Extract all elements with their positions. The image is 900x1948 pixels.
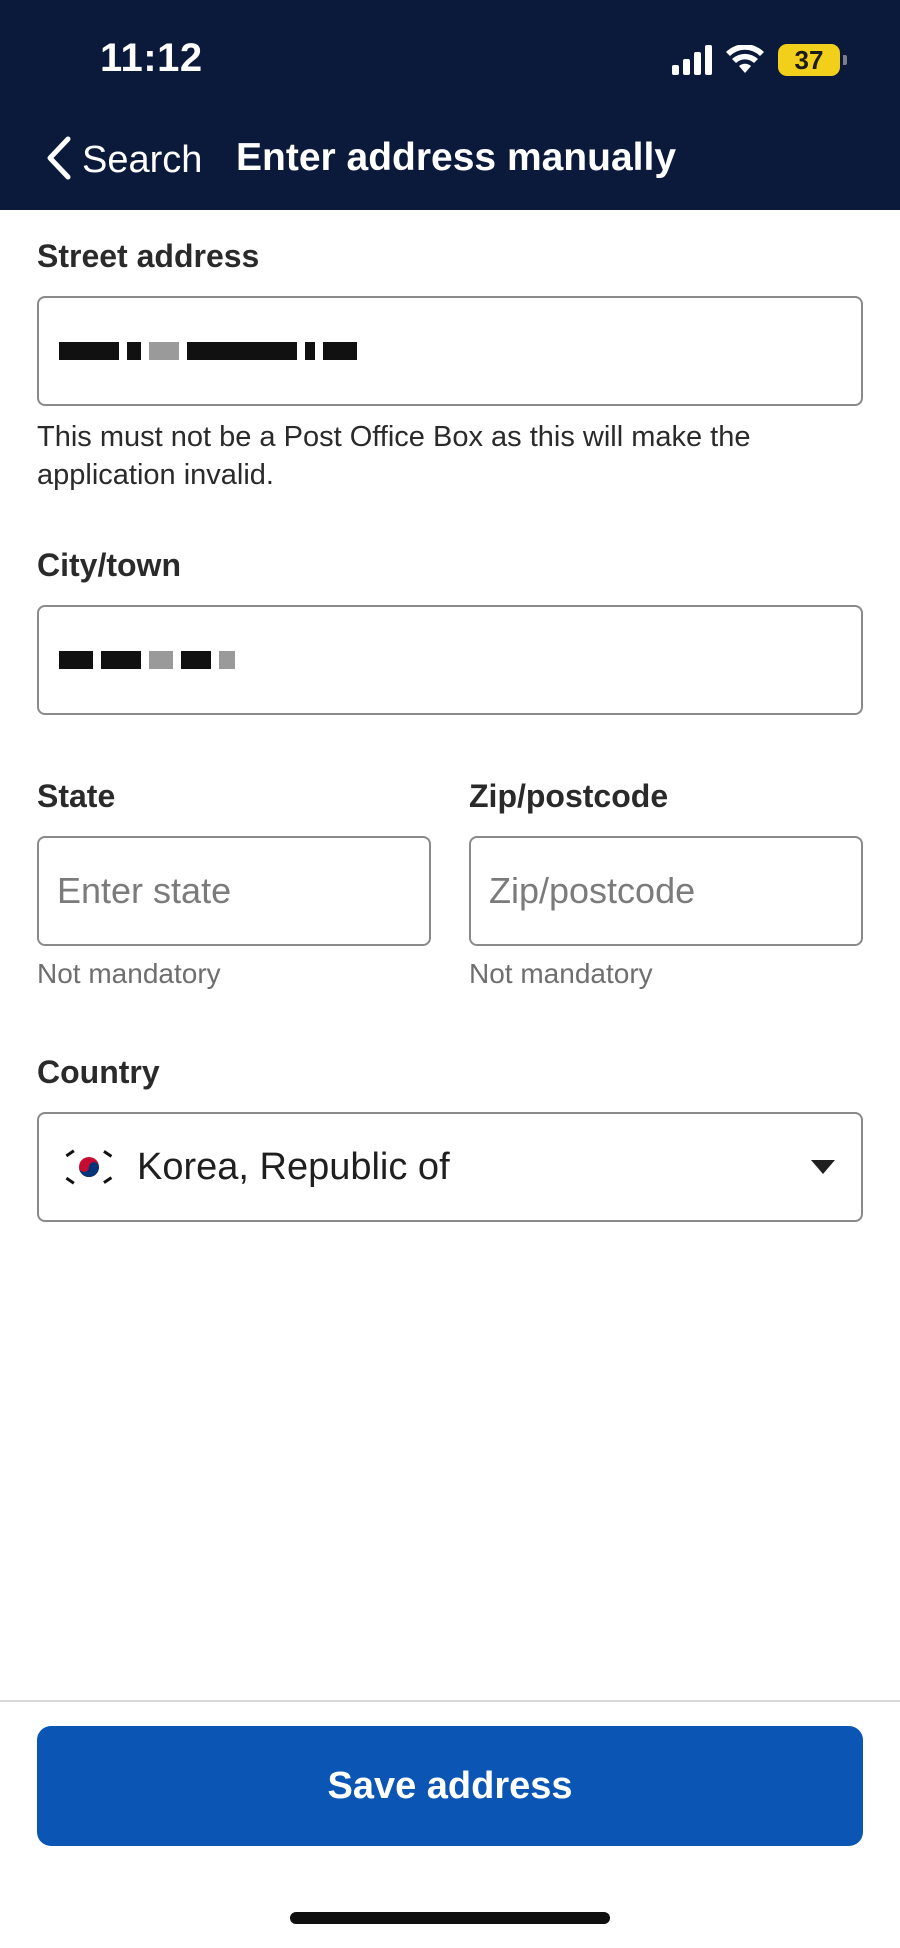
- chevron-left-icon: [46, 136, 72, 185]
- city-town-label: City/town: [37, 547, 181, 583]
- battery-icon: 37: [778, 44, 847, 76]
- state-field[interactable]: [37, 836, 431, 946]
- street-address-label: Street address: [37, 238, 260, 274]
- home-indicator: [290, 1912, 610, 1924]
- page-title: Enter address manually: [236, 136, 677, 179]
- city-town-field[interactable]: [37, 605, 863, 715]
- korea-flag-icon: [61, 1147, 117, 1187]
- street-address-helper: This must not be a Post Office Box as th…: [37, 421, 751, 491]
- redacted-value: [59, 342, 357, 360]
- street-address-field[interactable]: [37, 296, 863, 406]
- caret-down-icon: [811, 1160, 835, 1174]
- zip-input[interactable]: [471, 838, 861, 944]
- redacted-value: [59, 651, 235, 669]
- country-value: Korea, Republic of: [137, 1145, 450, 1188]
- country-label: Country: [37, 1054, 160, 1090]
- status-icons: 37: [672, 40, 847, 80]
- state-input[interactable]: [39, 838, 429, 944]
- divider: [0, 1700, 900, 1702]
- state-label: State: [37, 778, 116, 814]
- top-bar: 11:12 37 Search Enter address manually: [0, 0, 900, 210]
- state-hint: Not mandatory: [37, 958, 221, 989]
- back-label: Search: [82, 138, 203, 181]
- status-time: 11:12: [100, 36, 203, 80]
- save-address-button[interactable]: Save address: [37, 1726, 863, 1846]
- signal-icon: [672, 45, 712, 75]
- wifi-icon: [726, 45, 764, 75]
- back-button[interactable]: Search: [46, 132, 202, 188]
- zip-hint: Not mandatory: [469, 958, 653, 989]
- country-select[interactable]: Korea, Republic of: [37, 1112, 863, 1222]
- zip-label: Zip/postcode: [469, 778, 669, 814]
- zip-field[interactable]: [469, 836, 863, 946]
